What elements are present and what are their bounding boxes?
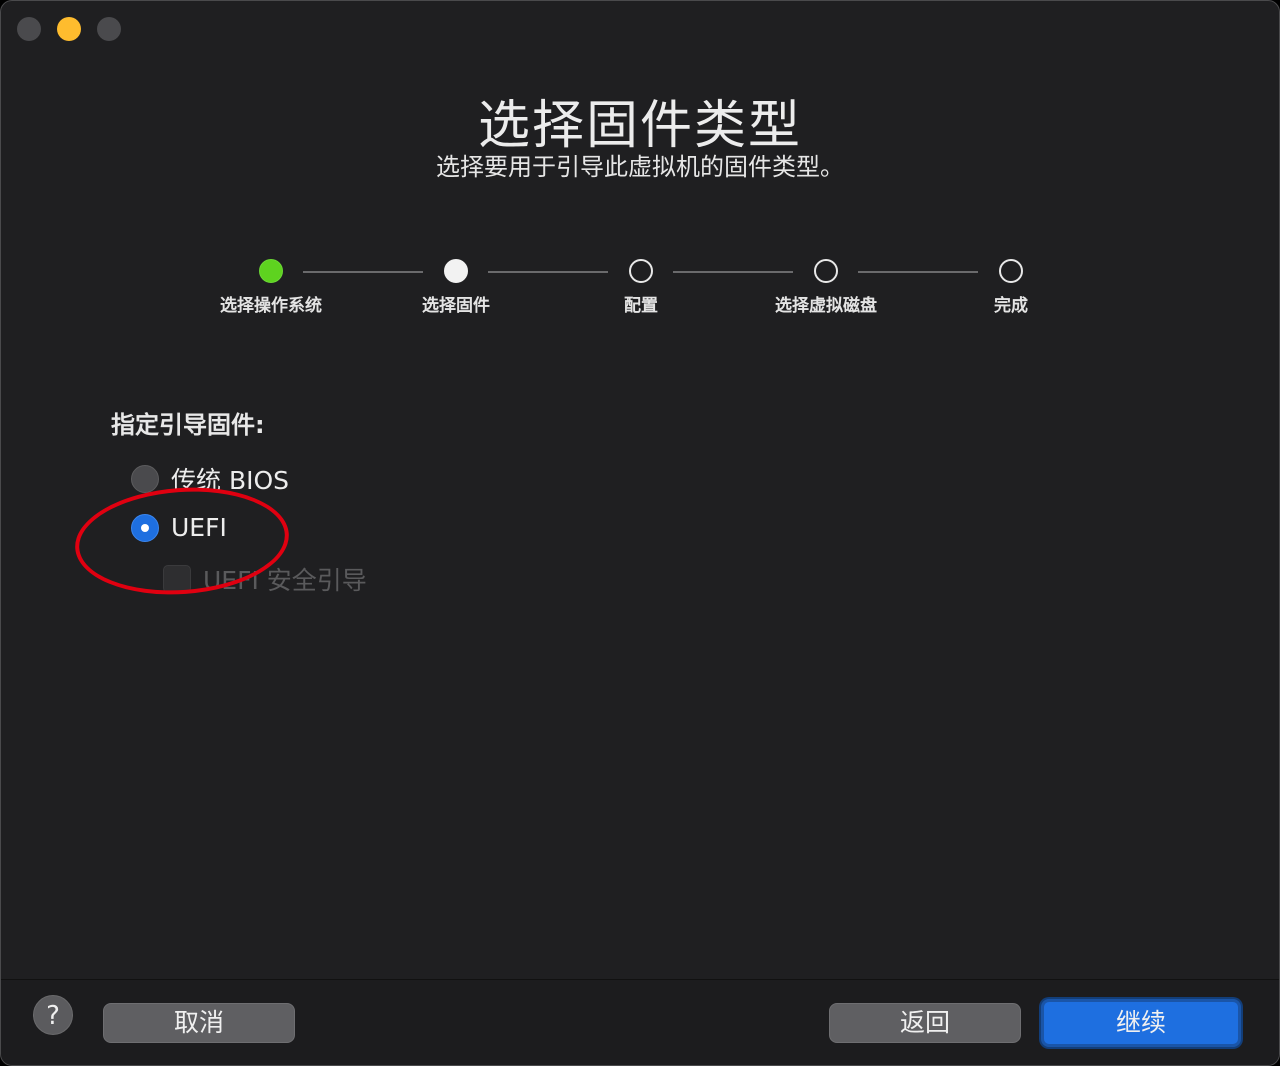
uefi-radio[interactable] xyxy=(131,513,159,542)
step-label: 完成 xyxy=(994,296,1028,316)
legacy-bios-label[interactable]: 传统 BIOS xyxy=(171,461,289,497)
uefi-label[interactable]: UEFI xyxy=(171,513,227,542)
step-pending-indicator xyxy=(999,259,1023,283)
radio-option-uefi[interactable]: UEFI xyxy=(131,513,227,542)
step-label: 选择操作系统 xyxy=(220,296,322,316)
step-finish: 完成 xyxy=(911,259,1111,316)
step-configure: 配置 xyxy=(541,259,741,316)
wizard-stepper: 选择操作系统 选择固件 配置 选择虚拟磁盘 完成 xyxy=(1,259,1279,319)
secure-boot-label: UEFI 安全引导 xyxy=(203,566,367,595)
step-select-os: 选择操作系统 xyxy=(171,259,371,316)
installer-window: 选择固件类型 选择要用于引导此虚拟机的固件类型。 选择操作系统 选择固件 配置 … xyxy=(0,0,1280,1066)
step-current-indicator xyxy=(444,259,468,283)
step-label: 选择虚拟磁盘 xyxy=(775,296,877,316)
step-pending-indicator xyxy=(814,259,838,283)
cancel-button[interactable]: 取消 xyxy=(103,1003,295,1043)
step-label: 选择固件 xyxy=(422,296,490,316)
page-subtitle: 选择要用于引导此虚拟机的固件类型。 xyxy=(436,153,844,181)
minimize-window-button[interactable] xyxy=(57,17,81,41)
radio-option-legacy-bios[interactable]: 传统 BIOS xyxy=(131,461,289,497)
step-done-indicator xyxy=(259,259,283,283)
zoom-window-button[interactable] xyxy=(97,17,121,41)
secure-boot-checkbox xyxy=(163,565,191,593)
help-button[interactable]: ? xyxy=(33,995,73,1035)
continue-button[interactable]: 继续 xyxy=(1041,999,1241,1047)
secure-boot-option: UEFI 安全引导 xyxy=(163,561,367,597)
boot-firmware-label: 指定引导固件: xyxy=(111,411,265,439)
step-select-disk: 选择虚拟磁盘 xyxy=(726,259,926,316)
back-button[interactable]: 返回 xyxy=(829,1003,1021,1043)
window-controls xyxy=(17,17,121,41)
legacy-bios-radio[interactable] xyxy=(131,465,159,493)
close-window-button[interactable] xyxy=(17,17,41,41)
step-label: 配置 xyxy=(624,296,658,316)
step-select-firmware: 选择固件 xyxy=(356,259,556,316)
step-pending-indicator xyxy=(629,259,653,283)
